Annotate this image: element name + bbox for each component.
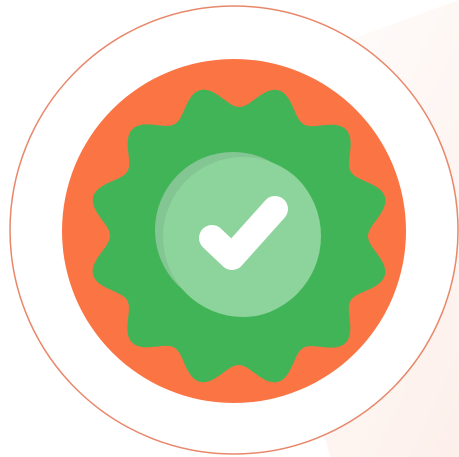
badge-stage [0, 0, 459, 457]
verified-badge-icon [0, 0, 459, 457]
